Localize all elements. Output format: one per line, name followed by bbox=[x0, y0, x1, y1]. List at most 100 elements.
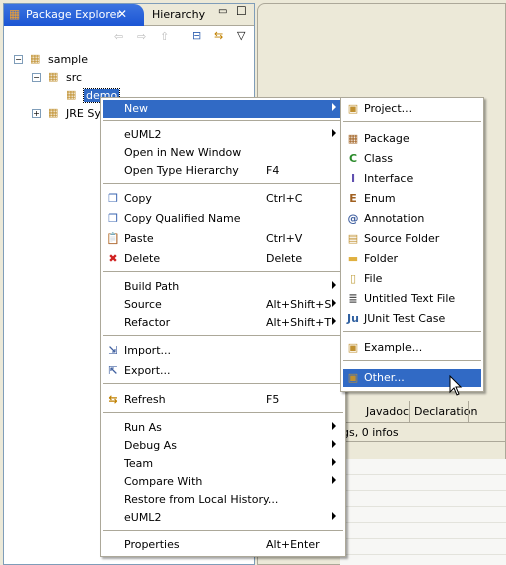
interface-icon: I bbox=[350, 172, 356, 185]
menu-item-restore-from-local-history[interactable]: Restore from Local History... bbox=[103, 491, 343, 509]
problems-summary: gs, 0 infos bbox=[340, 424, 506, 442]
folder-icon: ▬ bbox=[347, 252, 359, 265]
example-icon: ▣ bbox=[347, 341, 359, 354]
shortcut-label: Alt+Enter bbox=[266, 538, 320, 551]
submenu-arrow-icon bbox=[332, 458, 336, 466]
menu-separator bbox=[103, 412, 343, 413]
menu-item-label: Refresh bbox=[124, 393, 166, 406]
menu-item-build-path[interactable]: Build Path bbox=[103, 278, 343, 296]
mouse-cursor-icon bbox=[449, 375, 463, 396]
menu-item-team[interactable]: Team bbox=[103, 455, 343, 473]
menu-item-refresh[interactable]: ⇆ Refresh F5 bbox=[103, 391, 343, 409]
menu-separator bbox=[343, 360, 481, 361]
shortcut-label: F4 bbox=[266, 164, 280, 177]
collapse-icon[interactable]: − bbox=[32, 73, 41, 82]
menu-item-paste[interactable]: 📋 Paste Ctrl+V bbox=[103, 230, 343, 248]
menu-item-class[interactable]: C Class bbox=[343, 150, 481, 168]
tab-javadoc[interactable]: Javadoc bbox=[366, 405, 409, 418]
close-icon[interactable]: ✕ bbox=[117, 7, 127, 21]
tree-node-label: sample bbox=[48, 53, 88, 66]
problems-table bbox=[340, 459, 506, 565]
menu-item-label: Open in New Window bbox=[124, 146, 242, 159]
minimize-icon[interactable]: ▭ bbox=[218, 6, 227, 17]
menu-item-refactor[interactable]: Refactor Alt+Shift+T bbox=[103, 314, 343, 332]
menu-item-file[interactable]: ▯ File bbox=[343, 270, 481, 288]
copy-icon: ❐ bbox=[108, 212, 118, 225]
new-submenu: ▣ Project... ▦ Package C Class I Interface E Enum… bbox=[340, 97, 484, 392]
menu-item-copy-qualified-name[interactable]: ❐ Copy Qualified Name bbox=[103, 210, 343, 228]
menu-item-source[interactable]: Source Alt+Shift+S bbox=[103, 296, 343, 314]
menu-item-label: Restore from Local History... bbox=[124, 493, 279, 506]
menu-item-import[interactable]: ⇲ Import... bbox=[103, 342, 343, 360]
collapse-icon[interactable]: − bbox=[14, 55, 23, 64]
menu-separator bbox=[343, 331, 481, 332]
submenu-arrow-icon bbox=[332, 281, 336, 289]
menu-item-label: Other... bbox=[364, 371, 405, 384]
shortcut-label: Alt+Shift+S bbox=[266, 298, 332, 311]
menu-item-label: Team bbox=[124, 457, 154, 470]
menu-item-copy[interactable]: ❐ Copy Ctrl+C bbox=[103, 190, 343, 208]
view-menu-icon[interactable]: ▽ bbox=[237, 29, 245, 42]
menu-item-label: File bbox=[364, 272, 383, 285]
tab-hierarchy[interactable]: Hierarchy bbox=[152, 8, 205, 21]
menu-item-junit-test-case[interactable]: Ju JUnit Test Case bbox=[343, 310, 481, 328]
source-folder-icon: ▤ bbox=[347, 232, 359, 245]
menu-item-open-in-new-window[interactable]: Open in New Window bbox=[103, 144, 343, 162]
collapse-all-icon[interactable]: ⊟ bbox=[192, 29, 201, 42]
menu-item-label: JUnit Test Case bbox=[364, 312, 446, 325]
menu-separator bbox=[103, 271, 343, 272]
menu-item-label: Debug As bbox=[124, 439, 177, 452]
export-icon: ⇱ bbox=[108, 364, 118, 377]
menu-item-open-type-hierarchy[interactable]: Open Type Hierarchy F4 bbox=[103, 162, 343, 180]
menu-item-label: Class bbox=[364, 152, 393, 165]
copy-icon: ❐ bbox=[108, 192, 118, 205]
menu-item-label: Interface bbox=[364, 172, 414, 185]
menu-item-delete[interactable]: ✖ Delete Delete bbox=[103, 250, 343, 268]
view-tab-bar: ▦ Package Explorer ✕ Hierarchy bbox=[4, 4, 254, 26]
shortcut-label: Alt+Shift+T bbox=[266, 316, 332, 329]
menu-item-label: Import... bbox=[124, 344, 171, 357]
submenu-arrow-icon bbox=[332, 440, 336, 448]
menu-item-euml2[interactable]: eUML2 bbox=[103, 126, 343, 144]
menu-item-euml2[interactable]: eUML2 bbox=[103, 509, 343, 527]
context-menu: New eUML2 Open in New Window Open Type Hier… bbox=[100, 97, 346, 557]
class-icon: C bbox=[348, 152, 358, 165]
package-icon: ▦ bbox=[66, 88, 77, 101]
annotation-icon: @ bbox=[347, 212, 359, 225]
shortcut-label: F5 bbox=[266, 393, 280, 406]
bottom-tab-bar: Javadoc Declaration bbox=[340, 401, 506, 423]
import-icon: ⇲ bbox=[108, 344, 118, 357]
menu-item-label: Export... bbox=[124, 364, 171, 377]
menu-item-properties[interactable]: Properties Alt+Enter bbox=[103, 536, 343, 554]
view-toolbar: ⇦ ⇨ ⇧ ⊟ ⇆ ▽ bbox=[4, 26, 254, 50]
menu-item-label: Source bbox=[124, 298, 162, 311]
menu-item-label: Package bbox=[364, 132, 410, 145]
menu-item-annotation[interactable]: @ Annotation bbox=[343, 210, 481, 228]
expand-icon[interactable]: + bbox=[32, 109, 41, 118]
menu-item-compare-with[interactable]: Compare With bbox=[103, 473, 343, 491]
menu-item-label: Project... bbox=[364, 102, 413, 115]
menu-item-project[interactable]: ▣ Project... bbox=[343, 100, 481, 118]
menu-item-debug-as[interactable]: Debug As bbox=[103, 437, 343, 455]
menu-item-package[interactable]: ▦ Package bbox=[343, 130, 481, 148]
menu-item-example[interactable]: ▣ Example... bbox=[343, 339, 481, 357]
menu-item-untitled-text-file[interactable]: ≣ Untitled Text File bbox=[343, 290, 481, 308]
menu-item-new[interactable]: New bbox=[103, 100, 343, 118]
link-with-editor-icon[interactable]: ⇆ bbox=[214, 29, 223, 42]
forward-icon[interactable]: ⇨ bbox=[137, 30, 146, 43]
tab-package-explorer[interactable]: ▦ Package Explorer ✕ bbox=[4, 4, 144, 26]
menu-item-run-as[interactable]: Run As bbox=[103, 419, 343, 437]
up-icon[interactable]: ⇧ bbox=[160, 30, 169, 43]
menu-item-label: Example... bbox=[364, 341, 423, 354]
menu-item-folder[interactable]: ▬ Folder bbox=[343, 250, 481, 268]
enum-icon: E bbox=[349, 192, 357, 205]
menu-item-label: eUML2 bbox=[124, 511, 162, 524]
menu-item-export[interactable]: ⇱ Export... bbox=[103, 362, 343, 380]
menu-item-label: Annotation bbox=[364, 212, 425, 225]
shortcut-label: Ctrl+C bbox=[266, 192, 303, 205]
back-icon[interactable]: ⇦ bbox=[114, 30, 123, 43]
menu-item-source-folder[interactable]: ▤ Source Folder bbox=[343, 230, 481, 248]
maximize-icon[interactable]: ☐ bbox=[236, 4, 247, 18]
menu-item-interface[interactable]: I Interface bbox=[343, 170, 481, 188]
menu-item-enum[interactable]: E Enum bbox=[343, 190, 481, 208]
